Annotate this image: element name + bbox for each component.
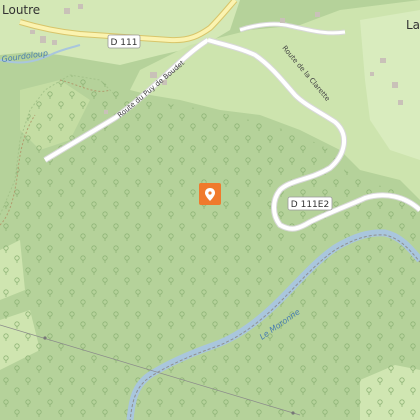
road-shield-d111e2-text: D 111E2 [291,200,329,210]
location-marker[interactable] [199,183,221,205]
place-label-loutre: Loutre [2,3,40,17]
power-pylon [291,411,295,415]
map-view[interactable]: Loutre La D 111 D 111E2 Route du Puy de … [0,0,420,420]
road-shield-d111: D 111 [107,34,141,49]
power-pylon [43,336,47,340]
road-shield-d111e2: D 111E2 [287,196,333,211]
place-label-la: La [406,18,420,32]
road-shield-d111-text: D 111 [111,38,138,48]
map-canvas: Loutre La D 111 D 111E2 Route du Puy de … [0,0,420,420]
